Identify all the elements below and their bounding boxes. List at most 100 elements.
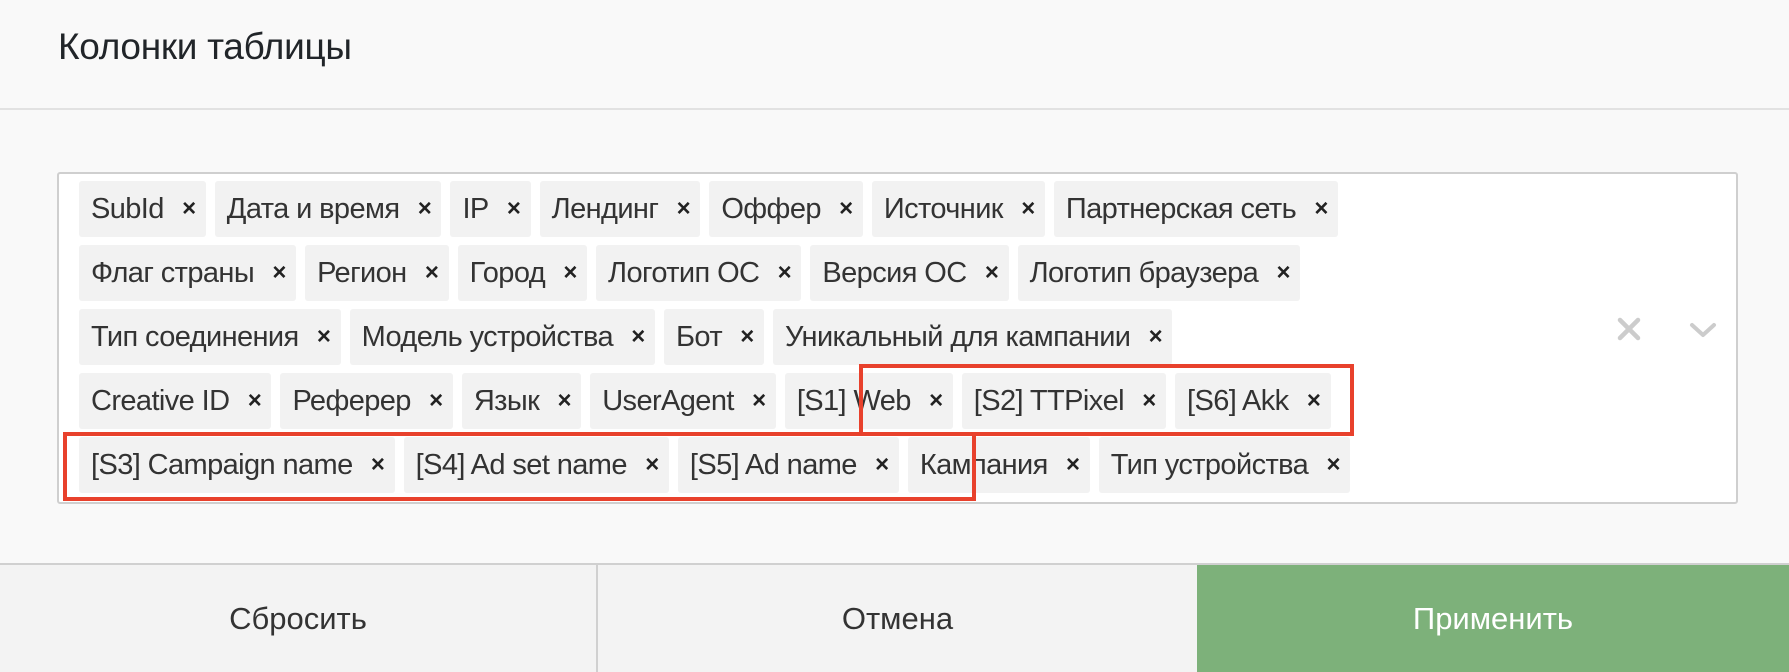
chip-row: Флаг страны × Регион × Город × Логотип ОС × Верс… <box>79 245 1579 301</box>
column-chip: Реферер × <box>280 373 453 429</box>
column-chip-label: Кампания <box>919 448 1049 481</box>
remove-chip-icon[interactable]: × <box>307 309 341 365</box>
column-chip: Лендинг × <box>539 181 701 237</box>
column-chip: Версия ОС × <box>810 245 1009 301</box>
remove-chip-icon[interactable]: × <box>407 181 441 237</box>
column-chip-label: IP <box>462 192 489 225</box>
remove-chip-icon[interactable]: × <box>1297 373 1331 429</box>
column-chip-label: [S4] Ad set name <box>415 448 628 481</box>
column-chip-label: Реферер <box>292 384 411 417</box>
column-chip-label: [S1] Web <box>796 384 912 417</box>
dialog-footer: Сбросить Отмена Применить <box>0 563 1789 672</box>
column-chip-label: Тип устройства <box>1110 448 1309 481</box>
column-chip-label: [S3] Campaign name <box>91 448 353 481</box>
remove-chip-icon[interactable]: × <box>635 437 669 493</box>
column-chip: [S6] Akk × <box>1175 373 1331 429</box>
remove-chip-icon[interactable]: × <box>237 373 271 429</box>
clear-all-icon[interactable] <box>1614 314 1644 344</box>
column-chip: Город × <box>457 245 588 301</box>
remove-chip-icon[interactable]: × <box>415 245 449 301</box>
chevron-down-icon[interactable] <box>1687 318 1719 342</box>
column-chip: Тип устройства × <box>1098 437 1351 493</box>
chip-row: Creative ID × Реферер × Язык × UserAgent × [S1] … <box>79 373 1579 429</box>
remove-chip-icon[interactable]: × <box>547 373 581 429</box>
column-chip: UserAgent × <box>590 373 776 429</box>
remove-chip-icon[interactable]: × <box>262 245 296 301</box>
remove-chip-icon[interactable]: × <box>1316 437 1350 493</box>
column-chip: Дата и время × <box>214 181 442 237</box>
remove-chip-icon[interactable]: × <box>975 245 1009 301</box>
column-chip-label: [S6] Akk <box>1187 384 1289 417</box>
column-chip-label: Дата и время <box>226 192 400 225</box>
column-chip-label: [S5] Ad name <box>689 448 858 481</box>
column-chip-label: Бот <box>676 320 723 353</box>
remove-chip-icon[interactable]: × <box>666 181 700 237</box>
column-chip-label: Тип соединения <box>91 320 299 353</box>
column-chip-label: Creative ID <box>91 384 230 417</box>
column-chip: IP × <box>450 181 531 237</box>
column-chip: Логотип браузера × <box>1017 245 1301 301</box>
column-chip: Уникальный для кампании × <box>773 309 1173 365</box>
column-chip-label: Партнерская сеть <box>1065 192 1297 225</box>
selected-columns-list: SubId × Дата и время × IP × Лендинг × Оффер × Исто… <box>79 181 1579 501</box>
remove-chip-icon[interactable]: × <box>865 437 899 493</box>
column-chip: [S5] Ad name × <box>677 437 899 493</box>
remove-chip-icon[interactable]: × <box>730 309 764 365</box>
column-chip-label: Флаг страны <box>91 256 255 289</box>
column-chip: Тип соединения × <box>79 309 341 365</box>
column-chip: Флаг страны × <box>79 245 297 301</box>
column-chip-label: [S2] TTPixel <box>973 384 1125 417</box>
column-chip: Модель устройства × <box>349 309 655 365</box>
remove-chip-icon[interactable]: × <box>1056 437 1090 493</box>
remove-chip-icon[interactable]: × <box>742 373 776 429</box>
column-chip-label: Город <box>469 256 546 289</box>
columns-multiselect[interactable]: SubId × Дата и время × IP × Лендинг × Оффер × Исто… <box>57 172 1738 504</box>
dialog-title: Колонки таблицы <box>58 26 352 67</box>
remove-chip-icon[interactable]: × <box>829 181 863 237</box>
remove-chip-icon[interactable]: × <box>919 373 953 429</box>
column-chip: Оффер × <box>709 181 863 237</box>
remove-chip-icon[interactable]: × <box>767 245 801 301</box>
column-chip: [S2] TTPixel × <box>961 373 1166 429</box>
remove-chip-icon[interactable]: × <box>172 181 206 237</box>
column-chip-label: Логотип браузера <box>1029 256 1259 289</box>
column-chip-label: Регион <box>317 256 407 289</box>
column-chip-label: Язык <box>473 384 540 417</box>
apply-button[interactable]: Применить <box>1197 565 1789 672</box>
column-chip: Бот × <box>664 309 765 365</box>
column-chip: [S3] Campaign name × <box>79 437 395 493</box>
remove-chip-icon[interactable]: × <box>553 245 587 301</box>
chip-row: SubId × Дата и время × IP × Лендинг × Оффер × Исто… <box>79 181 1579 237</box>
column-chip-label: SubId <box>91 192 164 225</box>
remove-chip-icon[interactable]: × <box>1011 181 1045 237</box>
column-chip: Регион × <box>305 245 449 301</box>
column-chip-label: Логотип ОС <box>608 256 760 289</box>
column-chip: Кампания × <box>907 437 1090 493</box>
column-chip: [S4] Ad set name × <box>403 437 669 493</box>
column-chip-label: UserAgent <box>602 384 734 417</box>
chip-row: [S3] Campaign name × [S4] Ad set name × [S5]… <box>79 437 1579 493</box>
remove-chip-icon[interactable]: × <box>621 309 655 365</box>
column-chip: Логотип ОС × <box>596 245 802 301</box>
column-chip-label: Уникальный для кампании <box>785 320 1131 353</box>
remove-chip-icon[interactable]: × <box>419 373 453 429</box>
column-chip-label: Оффер <box>721 192 821 225</box>
column-chip-label: Источник <box>883 192 1004 225</box>
reset-button[interactable]: Сбросить <box>0 565 598 672</box>
dialog-header: Колонки таблицы <box>0 0 1789 110</box>
remove-chip-icon[interactable]: × <box>1266 245 1300 301</box>
column-chip: SubId × <box>79 181 206 237</box>
remove-chip-icon[interactable]: × <box>361 437 395 493</box>
column-chip-label: Версия ОС <box>822 256 967 289</box>
remove-chip-icon[interactable]: × <box>1304 181 1338 237</box>
cancel-button[interactable]: Отмена <box>598 565 1197 672</box>
column-chip: Creative ID × <box>79 373 272 429</box>
remove-chip-icon[interactable]: × <box>1138 309 1172 365</box>
remove-chip-icon[interactable]: × <box>1132 373 1166 429</box>
column-chip: Партнерская сеть × <box>1053 181 1339 237</box>
remove-chip-icon[interactable]: × <box>497 181 531 237</box>
column-chip: Язык × <box>461 373 582 429</box>
column-chip-label: Модель устройства <box>361 320 614 353</box>
column-chip-label: Лендинг <box>551 192 659 225</box>
chip-row: Тип соединения × Модель устройства × Бот × Уни… <box>79 309 1579 365</box>
